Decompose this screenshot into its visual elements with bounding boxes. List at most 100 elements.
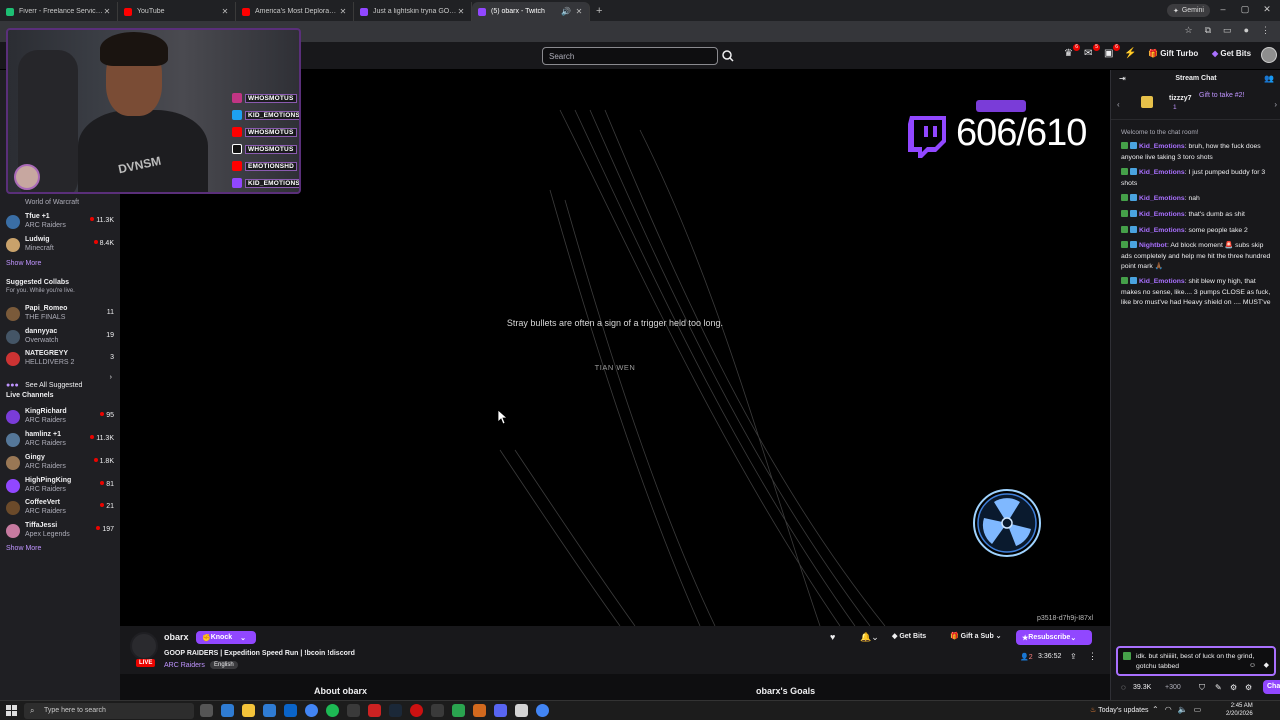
browser-tab[interactable]: America's Most Deplorable Affi ✕ [236,2,354,21]
chevron-up-icon[interactable]: ⌃ [1152,705,1159,714]
taskbar-app-icon[interactable] [389,704,402,717]
chat-input[interactable]: idk. but shiiiiit, best of luck on the g… [1116,646,1276,676]
taskbar-app-icon[interactable] [431,704,444,717]
channel-avatar[interactable] [130,632,158,660]
chat-users-icon[interactable]: 👥 [1264,74,1274,83]
sidebar-channel[interactable]: KingRichard ARC Raiders 95 [0,407,120,429]
crown-icon[interactable]: ♛ 6 [1064,44,1080,62]
clock[interactable]: 2:45 AM 2/20/2026 [1226,702,1253,718]
battery-icon[interactable]: ▭ [1194,705,1202,714]
updates-widget[interactable]: ♨ Today's updates [1090,706,1148,714]
wifi-icon[interactable]: ◠ [1165,705,1172,714]
heart-icon[interactable]: ♥ [830,632,835,642]
sidebar-channel[interactable]: TiffaJessi Apex Legends 197 [0,521,120,543]
stream-game-link[interactable]: ARC Raiders [164,662,205,669]
minimize-icon[interactable]: – [1216,4,1230,14]
gift-turbo-button[interactable]: 🎁 Gift Turbo [1148,49,1198,58]
speaker-icon[interactable]: 🔊 [561,7,571,16]
sidebar-channel[interactable]: Tfue +1 ARC Raiders 11.3K [0,212,120,234]
taskbar-app-icon[interactable] [368,704,381,717]
taskbar-app-icon[interactable] [410,704,423,717]
gemini-button[interactable]: ✦ Gemini [1166,4,1210,17]
get-bits-button[interactable]: ◆ Get Bits [1212,49,1251,58]
extensions-icon[interactable]: ⧉ [1205,25,1211,36]
show-more-link[interactable]: Show More [6,545,41,552]
gear-icon[interactable]: ⚙ [1245,683,1252,692]
sidebar-channel[interactable]: Papi_Romeo THE FINALS 11 [0,304,120,326]
new-tab-button[interactable]: + [596,5,602,17]
turbo-icon[interactable]: ⚡ [1124,48,1136,62]
browser-tab[interactable]: Fiverr - Freelance Services Mark ✕ [0,2,118,21]
taskbar-app-icon[interactable] [200,704,213,717]
taskbar-app-icon[interactable] [221,704,234,717]
sidebar-channel[interactable]: hamlinz +1 ARC Raiders 11.3K [0,430,120,452]
pinned-gift-banner[interactable]: ‹ tizzzy7 Gift to take #2! 1 › [1111,90,1280,120]
channel-points-icon[interactable]: ◌ [1121,683,1126,692]
search-icon[interactable] [720,47,736,65]
close-tab-icon[interactable]: ✕ [575,7,583,16]
bell-icon[interactable]: 🔔⌄ [860,632,879,643]
see-all-suggested-link[interactable]: ●●● See All Suggested › [6,374,116,389]
sidebar-channel[interactable]: dannyyac Overwatch 19 [0,327,120,349]
taskbar-search[interactable]: ⌕ Type here to search [24,703,194,719]
taskbar-app-icon[interactable] [263,704,276,717]
close-tab-icon[interactable]: ✕ [221,7,229,16]
sidebar-channel[interactable]: NATEGREYY HELLDIVERS 2 3 [0,349,120,371]
chat-username[interactable]: Nightbot [1139,242,1167,249]
taskbar-app-icon[interactable] [284,704,297,717]
chat-message[interactable]: Kid_Emotions: nah [1121,194,1275,205]
settings-icon[interactable]: ⚙ [1230,683,1237,692]
search-input[interactable]: Search [542,47,718,65]
taskbar-app-icon[interactable] [242,704,255,717]
chat-message[interactable]: Kid_Emotions: I just pumped buddy for 3 … [1121,168,1275,189]
gift-sub-button[interactable]: 🎁 Gift a Sub ⌄ [950,632,1002,640]
browser-tab[interactable]: Just a lightskin tryna GOOOOO ✕ [354,2,472,21]
profile-icon[interactable]: ● [1244,25,1249,36]
pencil-icon[interactable]: ✎ [1215,683,1222,692]
windows-start-icon[interactable] [6,705,17,716]
chat-message[interactable]: Kid_Emotions: shit blew my high, that ma… [1121,277,1275,309]
close-tab-icon[interactable]: ✕ [457,7,465,16]
chat-username[interactable]: Kid_Emotions [1139,169,1185,176]
chat-message[interactable]: Kid_Emotions: that's dumb as shit [1121,210,1275,221]
get-bits-button[interactable]: ◆ Get Bits [892,632,926,640]
chat-username[interactable]: Kid_Emotions [1139,278,1185,285]
resubscribe-button[interactable]: ★ Resubscribe ⌄ [1016,630,1092,645]
close-tab-icon[interactable]: ✕ [103,7,111,16]
volume-icon[interactable]: 🔈 [1178,705,1188,714]
more-options-icon[interactable]: ⋮ [1088,651,1097,662]
chevron-left-icon[interactable]: ‹ [1117,100,1120,109]
channel-name[interactable]: obarx [164,632,189,642]
chat-message[interactable]: Kid_Emotions: bruh, how the fuck does an… [1121,142,1275,163]
language-tag[interactable]: English [210,661,238,669]
chat-username[interactable]: Kid_Emotions [1139,143,1185,150]
browser-tab[interactable]: YouTube ✕ [118,2,236,21]
taskbar-app-icon[interactable] [326,704,339,717]
user-avatar[interactable] [1261,47,1277,63]
sidebar-channel[interactable]: CoffeeVert ARC Raiders 21 [0,498,120,520]
browser-tab-active[interactable]: (5) obarx - Twitch 🔊 ✕ [472,2,590,21]
close-tab-icon[interactable]: ✕ [339,7,347,16]
maximize-icon[interactable]: ▢ [1238,4,1252,15]
sidebar-channel[interactable]: Gingy ARC Raiders 1.8K [0,453,120,475]
share-icon[interactable]: ⇪ [1070,652,1077,661]
close-window-icon[interactable]: ✕ [1260,4,1274,15]
emote-icon[interactable]: ☺ [1249,661,1256,671]
chat-message[interactable]: Kid_Emotions: some people take 2 [1121,226,1275,237]
show-more-link[interactable]: Show More [6,260,41,267]
chat-username[interactable]: Kid_Emotions [1139,195,1185,202]
taskbar-app-icon[interactable] [305,704,318,717]
bits-icon[interactable]: ◆ [1264,661,1269,671]
chat-username[interactable]: Kid_Emotions [1139,211,1185,218]
chat-send-button[interactable]: Chat [1263,680,1280,694]
points-bonus[interactable]: +300 [1165,684,1181,691]
shield-icon[interactable]: ⛉ [1199,683,1205,693]
knock-button[interactable]: ✊ Knock ⌄ [196,631,256,644]
sidebar-channel[interactable]: HighPingKing ARC Raiders 81 [0,476,120,498]
taskbar-app-icon[interactable] [473,704,486,717]
menu-dots-icon[interactable]: ⋮ [1261,25,1270,36]
chat-message[interactable]: Nightbot: Ad block moment 🚨 subs skip ad… [1121,241,1275,273]
taskbar-app-icon[interactable] [515,704,528,717]
inbox-icon[interactable]: ✉ 5 [1084,44,1100,62]
taskbar-app-icon[interactable] [452,704,465,717]
